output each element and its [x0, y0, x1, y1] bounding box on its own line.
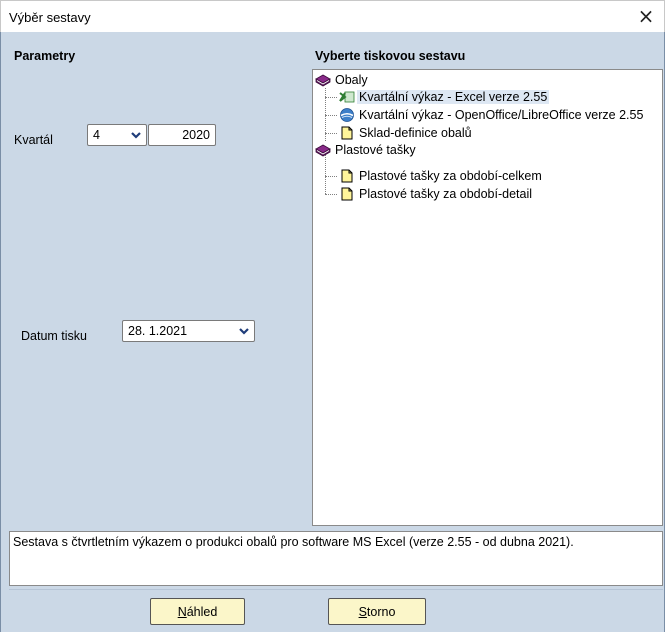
tree-item[interactable]: Sklad-definice obalů: [339, 125, 472, 141]
cancel-label: torno: [366, 604, 396, 619]
tree-item[interactable]: Plastové tašky za období-celkem: [339, 168, 542, 184]
title-bar: Výběr sestavy ×: [0, 0, 665, 32]
tree-connector: [325, 194, 337, 195]
book-icon: [315, 72, 331, 88]
preview-label: áhled: [186, 604, 218, 619]
tree-group-obaly[interactable]: Obaly: [315, 72, 368, 88]
document-icon: [339, 168, 355, 184]
tree-connector: [325, 97, 337, 98]
report-description: Sestava s čtvrtletním výkazem o produkci…: [9, 531, 663, 586]
cancel-button[interactable]: Storno: [328, 598, 426, 625]
chevron-down-icon[interactable]: [235, 322, 253, 340]
tree-group-label: Plastové tašky: [335, 143, 416, 157]
quarter-value: 4: [93, 128, 100, 142]
tree-item[interactable]: Plastové tašky za období-detail: [339, 186, 532, 202]
openoffice-icon: [339, 107, 355, 123]
dialog-body: Parametry Kvartál 4 2020 Datum tisku 28.…: [0, 32, 665, 632]
preview-button[interactable]: Náhled: [150, 598, 245, 625]
tree-item-label: Sklad-definice obalů: [359, 126, 472, 140]
chevron-down-icon[interactable]: [127, 126, 145, 144]
tree-group-label: Obaly: [335, 73, 368, 87]
window-title: Výběr sestavy: [9, 10, 91, 25]
year-input[interactable]: 2020: [148, 124, 216, 146]
report-tree[interactable]: Obaly Kvartální výkaz - Excel verze 2.55…: [312, 69, 663, 526]
preview-mnemonic: N: [177, 604, 187, 619]
tree-group-plastove-tasky[interactable]: Plastové tašky: [315, 142, 416, 158]
tree-connector: [325, 115, 337, 116]
close-icon[interactable]: ×: [634, 4, 658, 28]
tree-item[interactable]: Kvartální výkaz - OpenOffice/LibreOffice…: [339, 107, 643, 123]
excel-icon: [339, 89, 355, 105]
parameters-header: Parametry: [14, 49, 76, 63]
quarter-select[interactable]: 4: [87, 124, 147, 146]
print-date-value: 28. 1.2021: [128, 324, 188, 338]
tree-item-label: Kvartální výkaz - Excel verze 2.55: [357, 90, 550, 104]
print-date-picker[interactable]: 28. 1.2021: [122, 320, 255, 342]
tree-connector: [325, 176, 337, 177]
quarter-label: Kvartál: [14, 133, 53, 147]
reports-header: Vyberte tiskovou sestavu: [315, 49, 466, 63]
tree-item-label: Kvartální výkaz - OpenOffice/LibreOffice…: [359, 108, 644, 122]
tree-item[interactable]: Kvartální výkaz - Excel verze 2.55: [339, 89, 550, 105]
document-icon: [339, 125, 355, 141]
print-date-label: Datum tisku: [21, 329, 87, 343]
cancel-mnemonic: S: [358, 604, 367, 619]
tree-item-label: Plastové tašky za období-celkem: [359, 169, 542, 183]
book-icon: [315, 142, 331, 158]
tree-item-label: Plastové tašky za období-detail: [359, 187, 533, 201]
tree-connector: [325, 133, 337, 134]
document-icon: [339, 186, 355, 202]
button-bar: Náhled Storno: [9, 589, 663, 632]
